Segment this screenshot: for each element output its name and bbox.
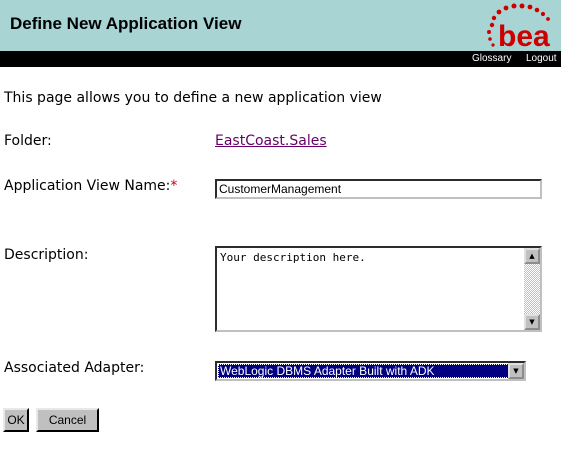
description-textarea[interactable]: Your description here. ▲ ▼ <box>215 246 542 332</box>
logout-link[interactable]: Logout <box>526 53 557 64</box>
adapter-label: Associated Adapter: <box>4 360 145 376</box>
page-title: Define New Application View <box>10 14 242 33</box>
adapter-selected-value: WebLogic DBMS Adapter Built with ADK <box>218 364 509 378</box>
required-marker: * <box>170 178 178 194</box>
description-value: Your description here. <box>220 251 366 264</box>
app-view-name-label: Application View Name:* <box>4 178 177 194</box>
cancel-button[interactable]: Cancel <box>36 408 99 432</box>
folder-label: Folder: <box>4 133 52 149</box>
glossary-link[interactable]: Glossary <box>472 53 511 64</box>
scroll-up-arrow-icon[interactable]: ▲ <box>524 248 540 264</box>
intro-text: This page allows you to define a new app… <box>4 90 382 106</box>
dropdown-arrow-icon[interactable]: ▼ <box>508 363 524 379</box>
logo-text: bea <box>498 20 550 49</box>
app-view-name-value: CustomerManagement <box>219 182 342 196</box>
nav-bar: Glossary Logout <box>0 51 561 67</box>
page-header: Define New Application View bea <box>0 0 561 51</box>
bea-logo: bea <box>487 3 550 49</box>
app-view-name-input[interactable]: CustomerManagement <box>215 179 542 199</box>
ok-button[interactable]: OK <box>3 408 29 432</box>
description-scrollbar[interactable]: ▲ ▼ <box>524 248 540 330</box>
scroll-down-arrow-icon[interactable]: ▼ <box>524 314 540 330</box>
description-label: Description: <box>4 247 89 263</box>
folder-link[interactable]: EastCoast.Sales <box>215 133 327 149</box>
app-view-name-label-text: Application View Name: <box>4 178 171 194</box>
adapter-select[interactable]: WebLogic DBMS Adapter Built with ADK ▼ <box>215 361 526 381</box>
